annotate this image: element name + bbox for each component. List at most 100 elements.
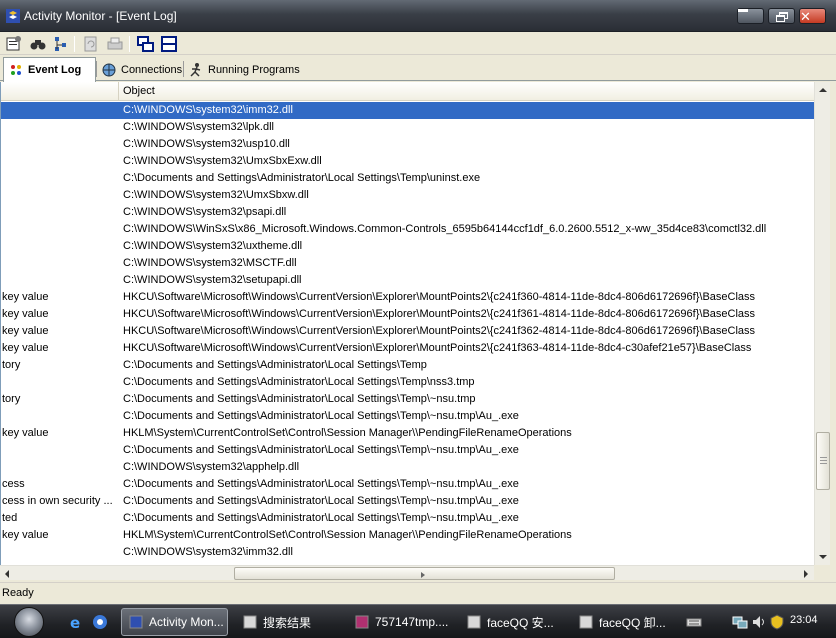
row-object: C:\WINDOWS\system32\imm32.dll xyxy=(123,546,293,558)
table-row[interactable]: C:\WINDOWS\system32\imm32.dll xyxy=(1,102,816,119)
taskbar-task-button[interactable]: faceQQ 安... xyxy=(460,608,564,636)
row-object: C:\WINDOWS\system32\apphelp.dll xyxy=(123,461,300,473)
taskbar-task-button[interactable]: faceQQ 卸... xyxy=(572,608,676,636)
row-operation: key value xyxy=(2,291,49,303)
search-results-icon xyxy=(243,615,257,629)
table-row[interactable]: key value HKCU\Software\Microsoft\Windows… xyxy=(1,306,816,323)
table-row[interactable]: C:\Documents and Settings\Administrator\… xyxy=(1,374,816,391)
minimize-button[interactable] xyxy=(737,8,764,24)
start-button[interactable] xyxy=(14,607,44,637)
table-row[interactable]: C:\WINDOWS\system32\usp10.dll xyxy=(1,136,816,153)
row-object: C:\Documents and Settings\Administrator\… xyxy=(123,359,427,371)
show-desktop-icon[interactable] xyxy=(92,614,108,630)
toolbar xyxy=(0,32,836,55)
table-row[interactable]: C:\Documents and Settings\Administrator\… xyxy=(1,408,816,425)
table-row[interactable]: tory C:\Documents and Settings\Administra… xyxy=(1,357,816,374)
row-object: HKCU\Software\Microsoft\Windows\CurrentV… xyxy=(123,325,756,337)
table-row[interactable]: C:\WINDOWS\system32\uxtheme.dll xyxy=(1,238,816,255)
security-shield-icon[interactable] xyxy=(769,614,785,630)
table-row[interactable]: C:\Documents and Settings\Administrator\… xyxy=(1,170,816,187)
row-object: HKLM\System\CurrentControlSet\Control\Se… xyxy=(123,427,572,439)
properties-button[interactable] xyxy=(5,35,23,53)
table-row[interactable]: tory C:\Documents and Settings\Administra… xyxy=(1,391,816,408)
tab-connections[interactable]: Connections xyxy=(97,58,186,81)
table-row[interactable]: C:\WINDOWS\system32\lpk.dll xyxy=(1,119,816,136)
event-log-icon xyxy=(11,65,21,75)
scroll-left-icon[interactable] xyxy=(5,570,9,578)
row-object: C:\WINDOWS\system32\UmxSbxw.dll xyxy=(123,189,309,201)
taskbar-task-button[interactable]: 757147tmp.... xyxy=(348,608,452,636)
row-object: C:\Documents and Settings\Administrator\… xyxy=(123,444,519,456)
scroll-down-icon[interactable] xyxy=(819,555,827,559)
tab-event-log[interactable]: Event Log xyxy=(3,57,96,82)
taskbar-clock[interactable]: 23:04 xyxy=(790,614,818,626)
row-operation: tory xyxy=(2,359,21,371)
table-row[interactable]: C:\WINDOWS\system32\setupapi.dll xyxy=(1,272,816,289)
toolbar-separator xyxy=(129,36,130,52)
print-icon xyxy=(107,37,123,50)
row-operation: key value xyxy=(2,308,49,320)
table-row[interactable]: C:\WINDOWS\system32\MSCTF.dll xyxy=(1,255,816,272)
table-row[interactable]: cess in own security ... C:\Documents and… xyxy=(1,493,816,510)
horizontal-scroll-thumb[interactable] xyxy=(234,567,615,580)
maximize-button[interactable] xyxy=(768,8,795,24)
uninstaller-icon xyxy=(579,615,593,629)
refresh-button[interactable] xyxy=(82,35,100,53)
table-row[interactable]: key value HKLM\System\CurrentControlSet\C… xyxy=(1,425,816,442)
table-row[interactable]: C:\WINDOWS\system32\psapi.dll xyxy=(1,204,816,221)
find-icon xyxy=(30,40,46,50)
table-row[interactable]: key value HKCU\Software\Microsoft\Windows… xyxy=(1,323,816,340)
column-header-object[interactable]: Object xyxy=(123,85,155,97)
table-row[interactable]: cess C:\Documents and Settings\Administra… xyxy=(1,476,816,493)
scroll-right-icon[interactable] xyxy=(804,570,808,578)
list-header: Object xyxy=(1,82,816,101)
window-title: Activity Monitor - [Event Log] xyxy=(24,9,177,23)
task-label: 757147tmp.... xyxy=(375,615,449,629)
row-object: C:\WINDOWS\system32\psapi.dll xyxy=(123,206,287,218)
row-object: C:\WINDOWS\system32\imm32.dll xyxy=(123,104,293,116)
title-bar[interactable]: Activity Monitor - [Event Log] ✕ xyxy=(0,0,836,32)
row-operation: key value xyxy=(2,342,49,354)
column-header-operation[interactable] xyxy=(1,82,119,101)
tile-vertical-button[interactable] xyxy=(160,35,178,53)
row-object: C:\WINDOWS\WinSxS\x86_Microsoft.Windows.… xyxy=(123,223,767,235)
tile-horizontal-button[interactable] xyxy=(137,35,155,53)
horizontal-scrollbar[interactable] xyxy=(0,565,814,580)
running-programs-icon xyxy=(190,62,201,77)
vertical-scrollbar[interactable] xyxy=(814,82,830,565)
tree-button[interactable] xyxy=(52,35,70,53)
task-label: 搜索结果 xyxy=(263,615,312,630)
table-row[interactable]: key value HKLM\System\CurrentControlSet\C… xyxy=(1,527,816,544)
table-row[interactable]: C:\Documents and Settings\Administrator\… xyxy=(1,442,816,459)
table-row[interactable]: key value HKCU\Software\Microsoft\Windows… xyxy=(1,340,816,357)
network-icon[interactable] xyxy=(732,614,748,630)
task-label: faceQQ 卸... xyxy=(599,615,666,630)
tab-running-programs[interactable]: Running Programs xyxy=(184,58,304,81)
table-row[interactable]: C:\WINDOWS\system32\UmxSbxExw.dll xyxy=(1,153,816,170)
keyboard-icon[interactable] xyxy=(686,614,702,630)
row-object: C:\Documents and Settings\Administrator\… xyxy=(123,495,519,507)
event-log-list[interactable]: Object C:\WINDOWS\system32\imm32.dll C:\W… xyxy=(0,82,830,565)
volume-icon[interactable] xyxy=(751,614,767,630)
taskbar-task-button[interactable]: Activity Mon... xyxy=(121,608,228,636)
row-object: HKCU\Software\Microsoft\Windows\CurrentV… xyxy=(123,308,756,320)
row-object: C:\Documents and Settings\Administrator\… xyxy=(123,393,476,405)
scroll-up-icon[interactable] xyxy=(819,88,827,92)
internet-explorer-icon[interactable]: e xyxy=(69,614,85,630)
table-row[interactable]: ted C:\Documents and Settings\Administrat… xyxy=(1,510,816,527)
table-row[interactable]: C:\WINDOWS\system32\imm32.dll xyxy=(1,544,816,561)
table-row[interactable]: key value HKCU\Software\Microsoft\Windows… xyxy=(1,289,816,306)
task-label: faceQQ 安... xyxy=(487,615,554,630)
table-row[interactable]: C:\WINDOWS\WinSxS\x86_Microsoft.Windows.… xyxy=(1,221,816,238)
taskbar-task-button[interactable]: 搜索结果 xyxy=(236,608,340,636)
table-row[interactable]: C:\WINDOWS\system32\UmxSbxw.dll xyxy=(1,187,816,204)
tree-icon xyxy=(55,37,66,51)
print-button[interactable] xyxy=(106,35,124,53)
find-button[interactable] xyxy=(29,35,47,53)
minimize-icon xyxy=(738,9,748,12)
close-button[interactable]: ✕ xyxy=(799,8,826,24)
vertical-scroll-thumb[interactable] xyxy=(816,432,830,490)
tab-label: Event Log xyxy=(28,64,82,76)
table-row[interactable]: C:\WINDOWS\system32\apphelp.dll xyxy=(1,459,816,476)
properties-icon xyxy=(6,36,21,51)
